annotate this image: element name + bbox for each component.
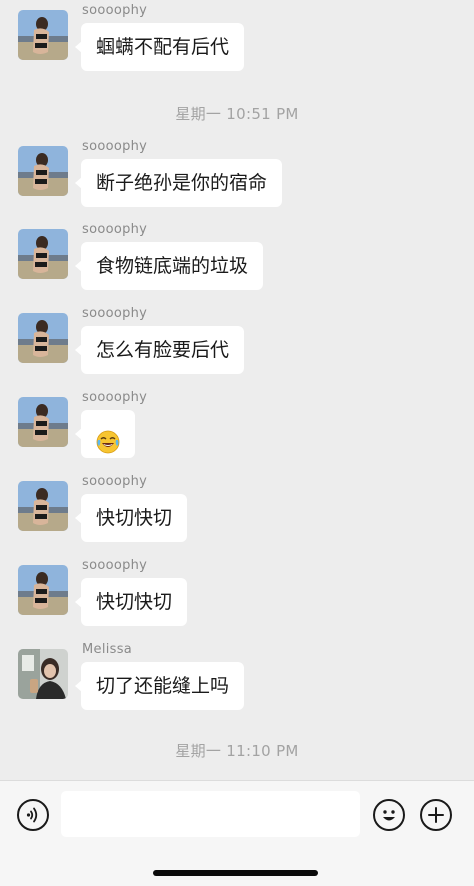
voice-button[interactable] xyxy=(17,799,49,831)
timestamp: 星期一 11:10 PM xyxy=(175,742,299,760)
sender-name: soooophy xyxy=(82,558,148,573)
message-bubble[interactable]: 食物链底端的垃圾 xyxy=(74,242,264,290)
message-input[interactable] xyxy=(61,791,360,837)
message-item: soooophy 食物链底端的垃圾 xyxy=(0,222,474,298)
message-bubble[interactable]: 怎么有脸要后代 xyxy=(74,326,245,374)
message-bubble[interactable]: 蝈螨不配有后代 xyxy=(74,23,245,71)
message-item: soooophy 蝈螨不配有后代 xyxy=(0,3,474,79)
message-bubble[interactable]: 断子绝孙是你的宿命 xyxy=(74,159,283,207)
avatar[interactable] xyxy=(18,397,68,447)
chat-area[interactable]: soooophy 蝈螨不配有后代 星期一 10:51 PM soooophy 断… xyxy=(0,0,474,780)
emoji-button[interactable] xyxy=(373,799,405,831)
sender-name: soooophy xyxy=(82,390,148,405)
message-item: soooophy xyxy=(0,390,474,466)
avatar[interactable] xyxy=(18,649,68,699)
message-item: Melissa 切了还能缝上吗 xyxy=(0,642,474,718)
avatar[interactable] xyxy=(18,229,68,279)
avatar[interactable] xyxy=(18,481,68,531)
message-bubble[interactable]: 快切快切 xyxy=(74,494,188,542)
message-item: soooophy 断子绝孙是你的宿命 xyxy=(0,139,474,215)
home-indicator xyxy=(153,870,318,876)
sender-name: soooophy xyxy=(82,474,148,489)
sender-name: Melissa xyxy=(82,642,133,657)
smiley-icon xyxy=(383,810,395,821)
avatar[interactable] xyxy=(18,313,68,363)
sender-name: soooophy xyxy=(82,306,148,321)
message-item: soooophy 快切快切 xyxy=(0,474,474,550)
sender-name: soooophy xyxy=(82,3,148,18)
timestamp: 星期一 10:51 PM xyxy=(175,105,299,123)
sender-name: soooophy xyxy=(82,222,148,237)
avatar[interactable] xyxy=(18,10,68,60)
plus-circle-icon xyxy=(428,807,444,823)
message-bubble[interactable]: 快切快切 xyxy=(74,578,188,626)
sender-name: soooophy xyxy=(82,139,148,154)
tears-of-joy-emoji-icon xyxy=(96,424,120,454)
message-item: soooophy 快切快切 xyxy=(0,558,474,634)
message-item: soooophy 怎么有脸要后代 xyxy=(0,306,474,382)
voice-icon xyxy=(26,807,38,823)
message-bubble[interactable]: 切了还能缝上吗 xyxy=(74,662,245,710)
message-bubble[interactable] xyxy=(75,410,135,458)
avatar[interactable] xyxy=(18,565,68,615)
avatar[interactable] xyxy=(18,146,68,196)
more-button[interactable] xyxy=(420,799,452,831)
